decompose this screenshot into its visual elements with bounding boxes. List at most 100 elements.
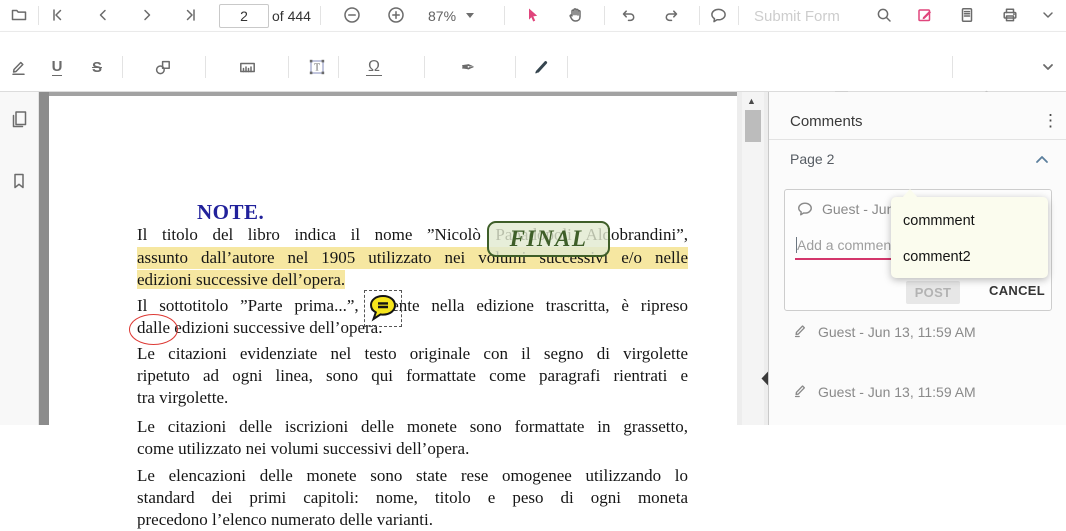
freehand-tool-button[interactable] — [528, 54, 554, 80]
search-icon — [877, 8, 891, 22]
thumbnails-panel-button[interactable] — [6, 106, 32, 132]
top-toolbar: of 444 87% Submit Form — [0, 0, 1066, 32]
comment-bubble-icon — [710, 8, 726, 22]
document-heading: NOTE. — [197, 200, 265, 224]
print-button[interactable] — [997, 2, 1023, 28]
strikethrough-icon: S — [91, 58, 102, 76]
panel-kebab-menu[interactable]: ⋮ — [1042, 112, 1059, 129]
comment-bubble-icon — [798, 202, 812, 216]
document-line: come utilizzato nei volumi successivi de… — [137, 439, 470, 458]
hand-icon — [569, 8, 581, 22]
stamp-icon: Ω — [366, 57, 382, 76]
document-line: Le elencazioni delle monete sono state r… — [137, 466, 688, 485]
stamp-tool-button[interactable]: Ω — [361, 54, 387, 80]
zoom-out-button[interactable] — [339, 2, 365, 28]
document-scrollbar-thumb[interactable] — [745, 110, 761, 142]
divider — [424, 56, 425, 78]
tools-toolbar: U S T Ω ✒ — [0, 32, 1066, 108]
chevron-down-icon — [1043, 12, 1053, 18]
first-page-button[interactable] — [44, 2, 70, 28]
undo-icon — [622, 10, 635, 22]
signature-pen-icon: ✒ — [460, 57, 476, 77]
document-line: edizioni successive dell’opera. — [137, 269, 688, 291]
svg-text:T: T — [314, 63, 320, 74]
cursor-arrow-icon — [529, 8, 538, 22]
zoom-in-button[interactable] — [383, 2, 409, 28]
divider — [515, 56, 516, 78]
brush-icon — [534, 60, 547, 73]
comments-panel-title: Comments — [790, 113, 863, 130]
first-page-icon — [53, 9, 62, 21]
divider — [288, 56, 289, 78]
bookmarks-panel-button[interactable] — [6, 168, 32, 194]
signature-tool-button[interactable]: ✒ — [455, 54, 481, 80]
document-line: precedono l’elenco numerato delle varian… — [137, 510, 433, 529]
shapes-icon — [155, 60, 170, 74]
autofill-popup — [891, 197, 1048, 278]
document-line: Il sottotitolo ”Parte prima...”, assente… — [137, 296, 688, 315]
comment-author-line: Guest - Jun 13, 11:59 AM — [818, 384, 976, 400]
document-text: edizioni successive dell’opera. — [170, 318, 383, 337]
annotate-toggle-button[interactable] — [912, 2, 938, 28]
divider — [699, 6, 700, 25]
highlight-annotation[interactable]: edizioni successive dell’opera. — [137, 270, 346, 289]
shapes-tool-button[interactable] — [150, 54, 176, 80]
page-number-input[interactable] — [219, 4, 269, 28]
toolbar-collapse-button[interactable] — [1035, 2, 1061, 28]
autofill-suggestion[interactable]: comment2 — [903, 249, 971, 265]
divider — [338, 56, 339, 78]
scroll-up-arrow[interactable]: ▲ — [747, 96, 756, 106]
tools-collapse-button[interactable] — [1035, 54, 1061, 80]
page-view-button[interactable] — [954, 2, 980, 28]
previous-page-button[interactable] — [90, 2, 116, 28]
notes-panel-button[interactable] — [705, 2, 731, 28]
next-page-button[interactable] — [134, 2, 160, 28]
divider — [952, 56, 953, 78]
underline-tool-button[interactable]: U — [44, 54, 70, 80]
divider — [504, 6, 505, 25]
free-text-icon: T — [309, 59, 325, 75]
viewer-background — [39, 92, 49, 425]
last-page-button[interactable] — [178, 2, 204, 28]
divider — [604, 6, 605, 25]
select-tool-button[interactable] — [520, 2, 546, 28]
sticky-note-annotation[interactable] — [364, 290, 402, 327]
chevron-up-icon — [1036, 156, 1048, 163]
bookmark-icon — [14, 173, 24, 189]
ellipse-annotation[interactable]: dalle — [128, 314, 179, 345]
post-button[interactable]: POST — [906, 281, 960, 304]
cancel-button[interactable]: CANCEL — [983, 282, 1051, 299]
document-page[interactable]: NOTE. Il titolo del libro indica il nome… — [49, 96, 737, 529]
chevron-right-icon — [144, 9, 151, 21]
divider — [320, 6, 321, 25]
search-button[interactable] — [871, 2, 897, 28]
freetext-tool-button[interactable]: T — [304, 54, 330, 80]
divider — [567, 56, 568, 78]
comment-list-item[interactable]: Guest - Jun 13, 11:59 AM — [784, 380, 1052, 406]
measure-tool-button[interactable] — [234, 54, 260, 80]
folder-icon — [11, 9, 27, 21]
pencil-icon — [794, 385, 806, 398]
divider — [205, 56, 206, 78]
pan-tool-button[interactable] — [563, 2, 589, 28]
highlight-tool-button[interactable] — [5, 54, 31, 80]
comment-author-line: Guest - Jun 13, 11:59 AM — [818, 324, 976, 340]
left-panel-bar — [0, 92, 39, 425]
minus-circle-icon — [344, 7, 360, 23]
page-total-label: of 444 — [272, 8, 311, 24]
open-file-button[interactable] — [6, 2, 32, 28]
strikeout-tool-button[interactable]: S — [84, 54, 110, 80]
redo-button[interactable] — [659, 2, 685, 28]
document-line: tra virgolette. — [137, 388, 229, 407]
autofill-suggestion[interactable]: commment — [903, 213, 975, 229]
final-stamp-annotation[interactable]: FINAL — [487, 221, 610, 257]
divider — [122, 56, 123, 78]
comment-list-item[interactable]: Guest - Jun 13, 11:59 AM — [784, 320, 1052, 346]
submit-form-button[interactable]: Submit Form — [748, 7, 846, 26]
divider — [38, 6, 39, 25]
undo-button[interactable] — [615, 2, 641, 28]
plus-circle-icon — [388, 7, 404, 23]
chevron-left-icon — [99, 9, 106, 21]
document-line: standard dei primi capitoli: nome, titol… — [137, 488, 688, 507]
document-line: Le citazioni delle iscrizioni delle mone… — [137, 417, 688, 436]
